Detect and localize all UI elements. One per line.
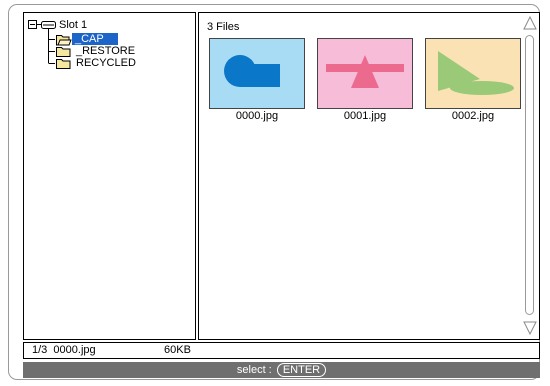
file-count-label: 3 Files bbox=[207, 21, 240, 33]
collapse-toggle-icon[interactable] bbox=[28, 20, 37, 29]
thumbnail-item[interactable]: 0002.jpg bbox=[425, 38, 521, 122]
folder-icon bbox=[56, 59, 71, 69]
thumbnail-item[interactable]: 0000.jpg bbox=[209, 38, 305, 122]
scrollbar-track[interactable] bbox=[525, 35, 534, 315]
enter-key-badge: ENTER bbox=[276, 363, 327, 377]
thumbnail-filename: 0001.jpg bbox=[343, 110, 387, 122]
scroll-up-icon[interactable] bbox=[523, 15, 537, 31]
open-folder-icon bbox=[56, 35, 72, 46]
folder-icon bbox=[56, 47, 71, 57]
thumbnail-image bbox=[425, 38, 521, 109]
memory-slot-icon bbox=[41, 21, 56, 29]
status-filename: 0000.jpg bbox=[53, 344, 96, 356]
thumbnail-image bbox=[317, 38, 413, 109]
file-list-panel: 3 Files 0000.jpg 0001.jpg 0002.jpg bbox=[198, 12, 540, 340]
folder-tree-panel: Slot 1 _CAP _RESTORE RECYCLED bbox=[23, 12, 196, 340]
file-position: 1/3 bbox=[32, 344, 48, 356]
hint-text: select : bbox=[236, 364, 272, 376]
file-position-info: 1/3 0000.jpg bbox=[32, 343, 96, 358]
tree-item-cap[interactable]: _CAP bbox=[72, 33, 118, 45]
thumbnail-filename: 0000.jpg bbox=[235, 110, 279, 122]
vertical-scrollbar[interactable] bbox=[523, 15, 537, 337]
tree-root-label[interactable]: Slot 1 bbox=[59, 19, 87, 31]
thumbnail-filename: 0002.jpg bbox=[451, 110, 495, 122]
tree-item-recycled[interactable]: RECYCLED bbox=[76, 57, 136, 69]
tree-item-restore[interactable]: _RESTORE bbox=[76, 45, 135, 57]
status-bar: 1/3 0000.jpg 60KB bbox=[23, 342, 540, 359]
file-size: 60KB bbox=[164, 344, 191, 356]
hint-bar: select : ENTER bbox=[23, 362, 540, 378]
scroll-down-icon[interactable] bbox=[523, 320, 537, 336]
thumbnail-item[interactable]: 0001.jpg bbox=[317, 38, 413, 122]
thumbnail-image bbox=[209, 38, 305, 109]
